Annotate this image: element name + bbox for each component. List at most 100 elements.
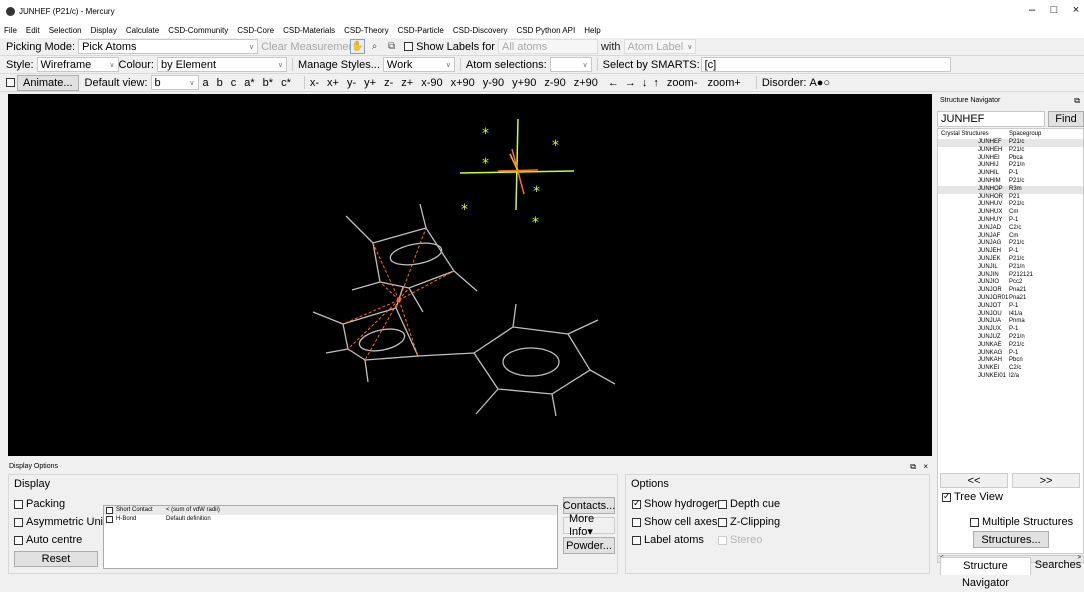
animate-button[interactable]: Animate... (17, 74, 79, 91)
undock-icon[interactable]: ⧉ (910, 461, 916, 472)
tab-searches[interactable]: Searches (1033, 557, 1083, 575)
fe-atom[interactable] (397, 298, 401, 302)
structure-row[interactable]: JUNJOU I41/a (938, 311, 1083, 319)
pick-hand-icon[interactable]: ✋ (350, 39, 366, 54)
structure-row[interactable]: JUNHUV P21/c (938, 201, 1083, 209)
rotate-button-1[interactable]: x+ (327, 77, 339, 89)
label-type-select[interactable]: Atom Label ∨ (623, 39, 696, 54)
zoom-pick-icon[interactable]: ⌕ (367, 39, 382, 54)
contacts-list[interactable]: Short Contact < (sum of vdW radii) H-Bond D… (103, 505, 558, 569)
powder-button[interactable]: Powder... (563, 537, 615, 554)
view-axis-button-2[interactable]: c (231, 77, 237, 89)
rotate-button-4[interactable]: z- (384, 77, 393, 89)
structure-row[interactable]: JUNKAE P21/c (938, 342, 1083, 350)
structure-row[interactable]: JUNJOT P-1 (938, 303, 1083, 311)
view-axis-button-1[interactable]: b (217, 77, 223, 89)
view-axis-button-0[interactable]: a (203, 77, 209, 89)
undock-icon[interactable]: ⧉ (1074, 96, 1080, 106)
molecule-canvas[interactable]: * * * * * * (8, 94, 932, 456)
asymmetric-unit-checkbox[interactable]: Asymmetric Unit (14, 516, 106, 528)
maximize-button[interactable]: □ (1044, 4, 1064, 16)
menu-csd-core[interactable]: CSD-Core (237, 26, 274, 35)
next-structure-button[interactable]: >> (1012, 473, 1080, 488)
contacts-button[interactable]: Contacts... (563, 497, 615, 514)
structure-row[interactable]: JUNJOR01 Pna21 (938, 295, 1083, 303)
structure-row[interactable]: JUNJUZ P21/n (938, 334, 1083, 342)
disorder-toggle[interactable]: A●○ (809, 77, 830, 89)
rotate-button-10[interactable]: z-90 (544, 77, 565, 89)
menu-file[interactable]: File (4, 26, 17, 35)
rotate-button-6[interactable]: x-90 (421, 77, 442, 89)
contact-row[interactable]: H-Bond Default definition (104, 515, 557, 524)
view-axis-button-5[interactable]: c* (281, 77, 291, 89)
structure-row[interactable]: JUNHEI Pbca (938, 155, 1083, 163)
structure-row[interactable]: JUNHUY P-1 (938, 217, 1083, 225)
structure-row[interactable]: JUNJEH P-1 (938, 248, 1083, 256)
menu-csd-python-api[interactable]: CSD Python API (517, 26, 576, 35)
structures-button[interactable]: Structures... (973, 531, 1049, 548)
close-button[interactable]: × (1066, 4, 1084, 16)
work-select[interactable]: Work ∨ (382, 57, 455, 72)
more-info-button[interactable]: More Info▾ (563, 513, 615, 538)
previous-structure-button[interactable]: << (940, 473, 1008, 488)
structure-row[interactable]: JUNHIL P-1 (938, 170, 1083, 178)
zoom-button-1[interactable]: zoom+ (707, 77, 740, 89)
menu-calculate[interactable]: Calculate (126, 26, 159, 35)
structure-row[interactable]: JUNJAG P21/c (938, 240, 1083, 248)
refcode-input[interactable]: JUNHEF (937, 111, 1045, 127)
structure-row[interactable]: JUNHOR P21 (938, 194, 1083, 202)
structure-row[interactable]: JUNJIL P21/n (938, 264, 1083, 272)
multiple-structures-checkbox[interactable]: Multiple Structures (970, 516, 1073, 528)
pan-arrow-button-2[interactable]: ↓ (642, 77, 648, 89)
show-cell-axes-checkbox[interactable]: Show cell axes (632, 516, 717, 528)
view-axis-button-4[interactable]: b* (263, 77, 273, 89)
contact-checkbox[interactable] (106, 516, 113, 523)
rotate-button-8[interactable]: y-90 (483, 77, 504, 89)
packing-checkbox[interactable]: Packing (14, 498, 65, 510)
close-panel-icon[interactable]: × (923, 461, 928, 472)
structure-row[interactable]: JUNHEH P21/c (938, 147, 1083, 155)
structure-row[interactable]: JUNJAD C2/c (938, 225, 1083, 233)
label-atoms-checkbox[interactable]: Label atoms (632, 534, 704, 546)
structure-row[interactable]: JUNHEF P21/c (938, 139, 1083, 147)
menu-csd-particle[interactable]: CSD-Particle (398, 26, 444, 35)
zoom-button-0[interactable]: zoom- (667, 77, 698, 89)
show-hydrogens-checkbox[interactable]: Show hydrogens (632, 498, 726, 510)
auto-centre-checkbox[interactable]: Auto centre (14, 534, 82, 546)
structure-row[interactable]: JUNJIN P212121 (938, 272, 1083, 280)
structure-row[interactable]: JUNKEI C2/c (938, 365, 1083, 373)
rotate-button-11[interactable]: z+90 (574, 77, 598, 89)
colour-select[interactable]: by Element ∨ (156, 57, 287, 72)
reset-button[interactable]: Reset (14, 551, 98, 567)
rotate-button-9[interactable]: y+90 (512, 77, 536, 89)
manage-styles-button[interactable]: Manage Styles... (298, 59, 380, 71)
picking-mode-select[interactable]: Pick Atoms ∨ (78, 39, 259, 54)
stereo-checkbox[interactable]: Stereo (718, 534, 762, 546)
structure-row[interactable]: JUNJUA Pnma (938, 318, 1083, 326)
structure-row[interactable]: JUNKAG P-1 (938, 350, 1083, 358)
copy-pick-icon[interactable]: ⧉ (384, 39, 399, 54)
rotate-button-3[interactable]: y+ (364, 77, 376, 89)
atom-selections-select[interactable]: ∨ (549, 57, 592, 72)
structure-row[interactable]: JUNHUX Cm (938, 209, 1083, 217)
menu-display[interactable]: Display (91, 26, 117, 35)
clear-measurements-button[interactable]: Clear Measurements (258, 39, 363, 54)
pan-arrow-button-1[interactable]: → (625, 77, 636, 89)
rotate-button-0[interactable]: x- (310, 77, 319, 89)
structure-row[interactable]: JUNKAH Pbcn (938, 357, 1083, 365)
minimize-button[interactable]: – (1022, 4, 1042, 16)
rotate-button-7[interactable]: x+90 (451, 77, 475, 89)
menu-help[interactable]: Help (584, 26, 600, 35)
structure-row[interactable]: JUNHOP R3m (938, 185, 1083, 194)
depth-cue-checkbox[interactable]: Depth cue (718, 498, 780, 510)
labels-for-select[interactable]: All atoms (497, 39, 598, 54)
menu-edit[interactable]: Edit (26, 26, 40, 35)
show-labels-checkbox[interactable]: Show Labels for (404, 41, 495, 53)
view-axis-button-3[interactable]: a* (244, 77, 254, 89)
structure-row[interactable]: JUNKEI01 I2/a (938, 373, 1083, 381)
menu-selection[interactable]: Selection (49, 26, 82, 35)
style-select[interactable]: Wireframe ∨ (36, 57, 119, 72)
contact-checkbox[interactable] (106, 507, 113, 514)
structure-row[interactable]: JUNJIO Pcc2 (938, 279, 1083, 287)
tab-structure-navigator[interactable]: Structure Navigator (940, 557, 1031, 589)
